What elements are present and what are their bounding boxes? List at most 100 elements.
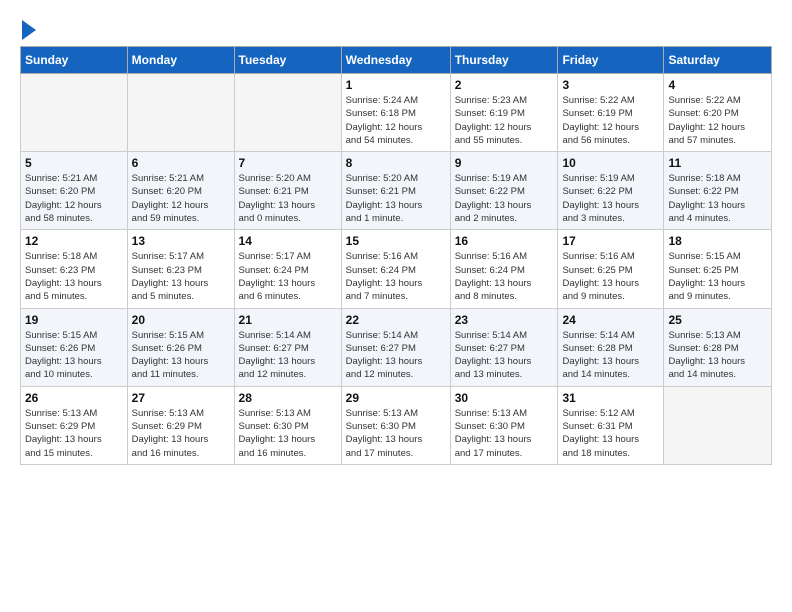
cell-info: Sunrise: 5:13 AM Sunset: 6:30 PM Dayligh…	[239, 407, 337, 460]
calendar-cell: 29Sunrise: 5:13 AM Sunset: 6:30 PM Dayli…	[341, 386, 450, 464]
calendar-cell: 7 Sunrise: 5:20 AM Sunset: 6:21 PM Daylig…	[234, 152, 341, 230]
calendar-cell: 10Sunrise: 5:19 AM Sunset: 6:22 PM Dayli…	[558, 152, 664, 230]
weekday-saturday: Saturday	[664, 47, 772, 74]
calendar-cell: 22 Sunrise: 5:14 AM Sunset: 6:27 PM Dayli…	[341, 308, 450, 386]
cell-info: Sunrise: 5:21 AM Sunset: 6:20 PM Dayligh…	[132, 172, 230, 225]
calendar-cell: 12 Sunrise: 5:18 AM Sunset: 6:23 PM Dayli…	[21, 230, 128, 308]
cell-info: Sunrise: 5:24 AM Sunset: 6:18 PM Dayligh…	[346, 94, 446, 147]
cell-info: Sunrise: 5:21 AM Sunset: 6:20 PM Dayligh…	[25, 172, 123, 225]
calendar-cell: 13 Sunrise: 5:17 AM Sunset: 6:23 PM Dayli…	[127, 230, 234, 308]
cell-info: Sunrise: 5:22 AM Sunset: 6:20 PM Dayligh…	[668, 94, 767, 147]
calendar-cell: 17Sunrise: 5:16 AM Sunset: 6:25 PM Dayli…	[558, 230, 664, 308]
calendar-cell: 4 Sunrise: 5:22 AM Sunset: 6:20 PM Daylig…	[664, 74, 772, 152]
weekday-wednesday: Wednesday	[341, 47, 450, 74]
cell-info: Sunrise: 5:22 AM Sunset: 6:19 PM Dayligh…	[562, 94, 659, 147]
day-number: 7	[239, 156, 337, 170]
calendar-body: 1 Sunrise: 5:24 AM Sunset: 6:18 PM Daylig…	[21, 74, 772, 465]
day-number: 4	[668, 78, 767, 92]
calendar-cell: 16 Sunrise: 5:16 AM Sunset: 6:24 PM Dayli…	[450, 230, 558, 308]
day-number: 9	[455, 156, 554, 170]
day-number: 21	[239, 313, 337, 327]
logo-text	[20, 20, 36, 40]
weekday-thursday: Thursday	[450, 47, 558, 74]
day-number: 10	[562, 156, 659, 170]
day-number: 13	[132, 234, 230, 248]
calendar-week-5: 26 Sunrise: 5:13 AM Sunset: 6:29 PM Dayli…	[21, 386, 772, 464]
cell-info: Sunrise: 5:14 AM Sunset: 6:27 PM Dayligh…	[346, 329, 446, 382]
calendar-cell: 9 Sunrise: 5:19 AM Sunset: 6:22 PM Daylig…	[450, 152, 558, 230]
cell-info: Sunrise: 5:15 AM Sunset: 6:25 PM Dayligh…	[668, 250, 767, 303]
day-number: 17	[562, 234, 659, 248]
calendar-cell: 1 Sunrise: 5:24 AM Sunset: 6:18 PM Daylig…	[341, 74, 450, 152]
cell-info: Sunrise: 5:19 AM Sunset: 6:22 PM Dayligh…	[455, 172, 554, 225]
calendar-cell: 6 Sunrise: 5:21 AM Sunset: 6:20 PM Daylig…	[127, 152, 234, 230]
day-number: 15	[346, 234, 446, 248]
weekday-tuesday: Tuesday	[234, 47, 341, 74]
day-number: 30	[455, 391, 554, 405]
logo	[20, 20, 36, 36]
calendar-cell: 11 Sunrise: 5:18 AM Sunset: 6:22 PM Dayli…	[664, 152, 772, 230]
cell-info: Sunrise: 5:15 AM Sunset: 6:26 PM Dayligh…	[25, 329, 123, 382]
calendar-cell: 14Sunrise: 5:17 AM Sunset: 6:24 PM Dayli…	[234, 230, 341, 308]
cell-info: Sunrise: 5:17 AM Sunset: 6:23 PM Dayligh…	[132, 250, 230, 303]
calendar-cell: 31Sunrise: 5:12 AM Sunset: 6:31 PM Dayli…	[558, 386, 664, 464]
cell-info: Sunrise: 5:13 AM Sunset: 6:30 PM Dayligh…	[346, 407, 446, 460]
calendar-week-1: 1 Sunrise: 5:24 AM Sunset: 6:18 PM Daylig…	[21, 74, 772, 152]
calendar-cell: 23Sunrise: 5:14 AM Sunset: 6:27 PM Dayli…	[450, 308, 558, 386]
calendar-cell: 26 Sunrise: 5:13 AM Sunset: 6:29 PM Dayli…	[21, 386, 128, 464]
calendar-cell	[234, 74, 341, 152]
header	[20, 20, 772, 36]
day-number: 3	[562, 78, 659, 92]
calendar-header: SundayMondayTuesdayWednesdayThursdayFrid…	[21, 47, 772, 74]
calendar-cell: 20 Sunrise: 5:15 AM Sunset: 6:26 PM Dayli…	[127, 308, 234, 386]
calendar-week-3: 12 Sunrise: 5:18 AM Sunset: 6:23 PM Dayli…	[21, 230, 772, 308]
calendar-cell: 25Sunrise: 5:13 AM Sunset: 6:28 PM Dayli…	[664, 308, 772, 386]
day-number: 18	[668, 234, 767, 248]
calendar-cell	[127, 74, 234, 152]
day-number: 6	[132, 156, 230, 170]
cell-info: Sunrise: 5:18 AM Sunset: 6:23 PM Dayligh…	[25, 250, 123, 303]
cell-info: Sunrise: 5:13 AM Sunset: 6:29 PM Dayligh…	[132, 407, 230, 460]
day-number: 24	[562, 313, 659, 327]
calendar-cell: 21 Sunrise: 5:14 AM Sunset: 6:27 PM Dayli…	[234, 308, 341, 386]
calendar-cell: 8 Sunrise: 5:20 AM Sunset: 6:21 PM Daylig…	[341, 152, 450, 230]
weekday-sunday: Sunday	[21, 47, 128, 74]
cell-info: Sunrise: 5:20 AM Sunset: 6:21 PM Dayligh…	[346, 172, 446, 225]
cell-info: Sunrise: 5:20 AM Sunset: 6:21 PM Dayligh…	[239, 172, 337, 225]
day-number: 25	[668, 313, 767, 327]
cell-info: Sunrise: 5:13 AM Sunset: 6:29 PM Dayligh…	[25, 407, 123, 460]
cell-info: Sunrise: 5:12 AM Sunset: 6:31 PM Dayligh…	[562, 407, 659, 460]
day-number: 5	[25, 156, 123, 170]
calendar-cell: 18 Sunrise: 5:15 AM Sunset: 6:25 PM Dayli…	[664, 230, 772, 308]
weekday-monday: Monday	[127, 47, 234, 74]
calendar-cell	[664, 386, 772, 464]
day-number: 11	[668, 156, 767, 170]
day-number: 8	[346, 156, 446, 170]
day-number: 20	[132, 313, 230, 327]
cell-info: Sunrise: 5:14 AM Sunset: 6:27 PM Dayligh…	[239, 329, 337, 382]
day-number: 12	[25, 234, 123, 248]
calendar-page: SundayMondayTuesdayWednesdayThursdayFrid…	[0, 0, 792, 485]
cell-info: Sunrise: 5:17 AM Sunset: 6:24 PM Dayligh…	[239, 250, 337, 303]
day-number: 22	[346, 313, 446, 327]
calendar-cell: 24 Sunrise: 5:14 AM Sunset: 6:28 PM Dayli…	[558, 308, 664, 386]
calendar-cell	[21, 74, 128, 152]
day-number: 28	[239, 391, 337, 405]
calendar-cell: 28 Sunrise: 5:13 AM Sunset: 6:30 PM Dayli…	[234, 386, 341, 464]
cell-info: Sunrise: 5:14 AM Sunset: 6:27 PM Dayligh…	[455, 329, 554, 382]
cell-info: Sunrise: 5:14 AM Sunset: 6:28 PM Dayligh…	[562, 329, 659, 382]
cell-info: Sunrise: 5:23 AM Sunset: 6:19 PM Dayligh…	[455, 94, 554, 147]
cell-info: Sunrise: 5:15 AM Sunset: 6:26 PM Dayligh…	[132, 329, 230, 382]
calendar-cell: 19 Sunrise: 5:15 AM Sunset: 6:26 PM Dayli…	[21, 308, 128, 386]
day-number: 27	[132, 391, 230, 405]
cell-info: Sunrise: 5:16 AM Sunset: 6:24 PM Dayligh…	[455, 250, 554, 303]
day-number: 1	[346, 78, 446, 92]
weekday-friday: Friday	[558, 47, 664, 74]
weekday-header-row: SundayMondayTuesdayWednesdayThursdayFrid…	[21, 47, 772, 74]
day-number: 19	[25, 313, 123, 327]
day-number: 26	[25, 391, 123, 405]
calendar-cell: 5 Sunrise: 5:21 AM Sunset: 6:20 PM Daylig…	[21, 152, 128, 230]
cell-info: Sunrise: 5:18 AM Sunset: 6:22 PM Dayligh…	[668, 172, 767, 225]
day-number: 16	[455, 234, 554, 248]
calendar-week-2: 5 Sunrise: 5:21 AM Sunset: 6:20 PM Daylig…	[21, 152, 772, 230]
